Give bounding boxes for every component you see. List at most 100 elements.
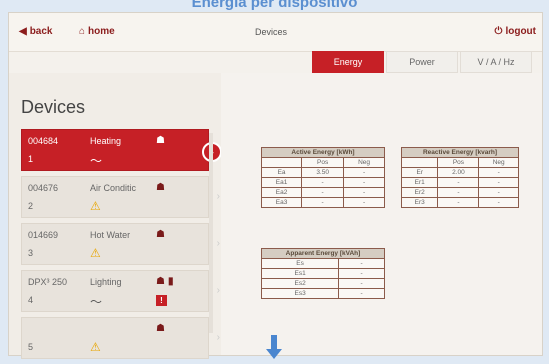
column-header (400, 157, 439, 168)
logout-button[interactable]: ⏻ logout (495, 26, 536, 37)
device-card[interactable]: 004684 Heating ☗ 1 〜 › (21, 129, 222, 171)
home-label: home (88, 26, 115, 37)
logout-label: logout (505, 26, 536, 37)
reactive-energy-table: Reactive Energy [kvarh] Pos Neg Er 2.00 … (400, 147, 519, 208)
device-id: DPX³ 250 (28, 277, 68, 287)
tab-energy[interactable]: Energy (312, 51, 384, 73)
cell: Er2 (400, 187, 439, 198)
table-row: Er2 - - (400, 187, 519, 198)
table-row: Es2 - (260, 278, 385, 289)
device-type-icon: ☗ (156, 323, 165, 334)
device-type-icon: ☗ (156, 229, 165, 240)
device-number: 2 (28, 201, 34, 211)
device-type-icon: ☗ (156, 182, 165, 193)
chevron-right-icon: › (216, 238, 220, 249)
column-header: Pos (437, 157, 480, 168)
cell: - (301, 177, 345, 188)
device-card[interactable]: 004676 Air Conditic ☗ 2 ⚠ › (21, 176, 220, 218)
device-panel: Devices 004684 Heating ☗ 1 〜 › 004676 Ai… (9, 73, 222, 359)
device-name: Hot Water (90, 230, 131, 240)
device-number: 5 (28, 342, 34, 352)
column-header: Neg (343, 157, 385, 168)
device-number: 4 (28, 295, 34, 305)
cell: - (343, 167, 385, 178)
cell: - (343, 177, 385, 188)
column-header: Neg (478, 157, 519, 168)
cell: - (478, 187, 519, 198)
table-row: Er 2.00 - (400, 167, 519, 178)
active-energy-table: Active Energy [kWh] Pos Neg Ea 3.50 - Ea… (260, 147, 385, 208)
app-frame: ◀ back ⌂ home Devices ⏻ logout Energy Po… (8, 12, 543, 359)
device-id: 004684 (28, 136, 59, 146)
device-name: Lighting (90, 277, 122, 287)
table-row: Ea1 - - (260, 177, 385, 188)
cell: 3.50 (301, 167, 345, 178)
power-icon: ⏻ (494, 26, 503, 37)
cell: Es3 (260, 288, 340, 299)
device-type-icon: ☗ (156, 135, 165, 146)
cell: - (301, 197, 345, 208)
table-row: Ea 3.50 - (260, 167, 385, 178)
warning-icon: ⚠ (90, 199, 101, 213)
home-icon: ⌂ (79, 26, 86, 37)
top-bar: ◀ back ⌂ home Devices ⏻ logout (9, 13, 542, 52)
wifi-icon: 〜 (90, 154, 103, 168)
device-number: 3 (28, 248, 34, 258)
scrollbar[interactable] (209, 133, 213, 333)
cell: - (437, 187, 480, 198)
table-title: Apparent Energy [kVAh] (261, 248, 385, 259)
device-type-icon: ☗ (156, 276, 165, 287)
table-row: Es3 - (260, 288, 385, 299)
cell: Ea (260, 167, 303, 178)
device-name: Air Conditic (90, 183, 137, 193)
chevron-right-icon: › (216, 285, 220, 296)
cell: Es (260, 258, 340, 269)
cell: 2.00 (437, 167, 480, 178)
device-name: Heating (90, 136, 122, 146)
cell: - (301, 187, 345, 198)
cell: Ea2 (260, 187, 303, 198)
device-card[interactable]: 014669 Hot Water ☗ 3 ⚠ › (21, 223, 220, 265)
cell: - (338, 278, 385, 289)
tab-power[interactable]: Power (386, 51, 458, 73)
table-title: Active Energy [kWh] (261, 147, 385, 158)
page-title: Devices (21, 97, 86, 117)
device-list: 004684 Heating ☗ 1 〜 › 004676 Air Condit… (21, 129, 222, 364)
back-label: back (29, 26, 53, 37)
column-header: Pos (301, 157, 345, 168)
warning-icon: ⚠ (90, 246, 101, 260)
cell: - (343, 197, 385, 208)
table-title: Reactive Energy [kvarh] (401, 147, 519, 158)
down-arrow-icon (266, 335, 282, 359)
device-card[interactable]: ☗ 5 ⚠ › (21, 317, 220, 359)
cell: Es2 (260, 278, 340, 289)
meter-icon: ▮ (168, 276, 174, 287)
cell: - (478, 167, 519, 178)
table-row: Es - (260, 258, 385, 269)
column-header (260, 157, 303, 168)
table-row: Er1 - - (400, 177, 519, 188)
table-row: Er3 - - (400, 197, 519, 208)
table-row: Ea2 - - (260, 187, 385, 198)
device-card[interactable]: DPX³ 250 Lighting ☗ ▮ 4 〜 ! › (21, 270, 220, 312)
chevron-right-icon: › (216, 191, 220, 202)
cell: - (478, 177, 519, 188)
cell: - (343, 187, 385, 198)
cell: - (478, 197, 519, 208)
apparent-energy-table: Apparent Energy [kVAh] Es - Es1 - Es2 - … (260, 248, 385, 299)
wifi-icon: 〜 (90, 295, 103, 309)
tab-vahz[interactable]: V / A / Hz (460, 51, 532, 73)
table-row: Es1 - (260, 268, 385, 279)
cell: Er3 (400, 197, 439, 208)
tab-bar: Energy Power V / A / Hz (310, 51, 532, 73)
back-arrow-icon: ◀ (19, 26, 27, 37)
back-button[interactable]: ◀ back (19, 26, 53, 37)
device-id: 014669 (28, 230, 59, 240)
cell: - (338, 288, 385, 299)
caption-title: Energia per dispositivo (191, 0, 358, 11)
cell: - (338, 258, 385, 269)
home-button[interactable]: ⌂ home (79, 26, 115, 37)
cell: - (338, 268, 385, 279)
alert-badge: ! (156, 295, 167, 306)
device-number: 1 (28, 154, 34, 164)
